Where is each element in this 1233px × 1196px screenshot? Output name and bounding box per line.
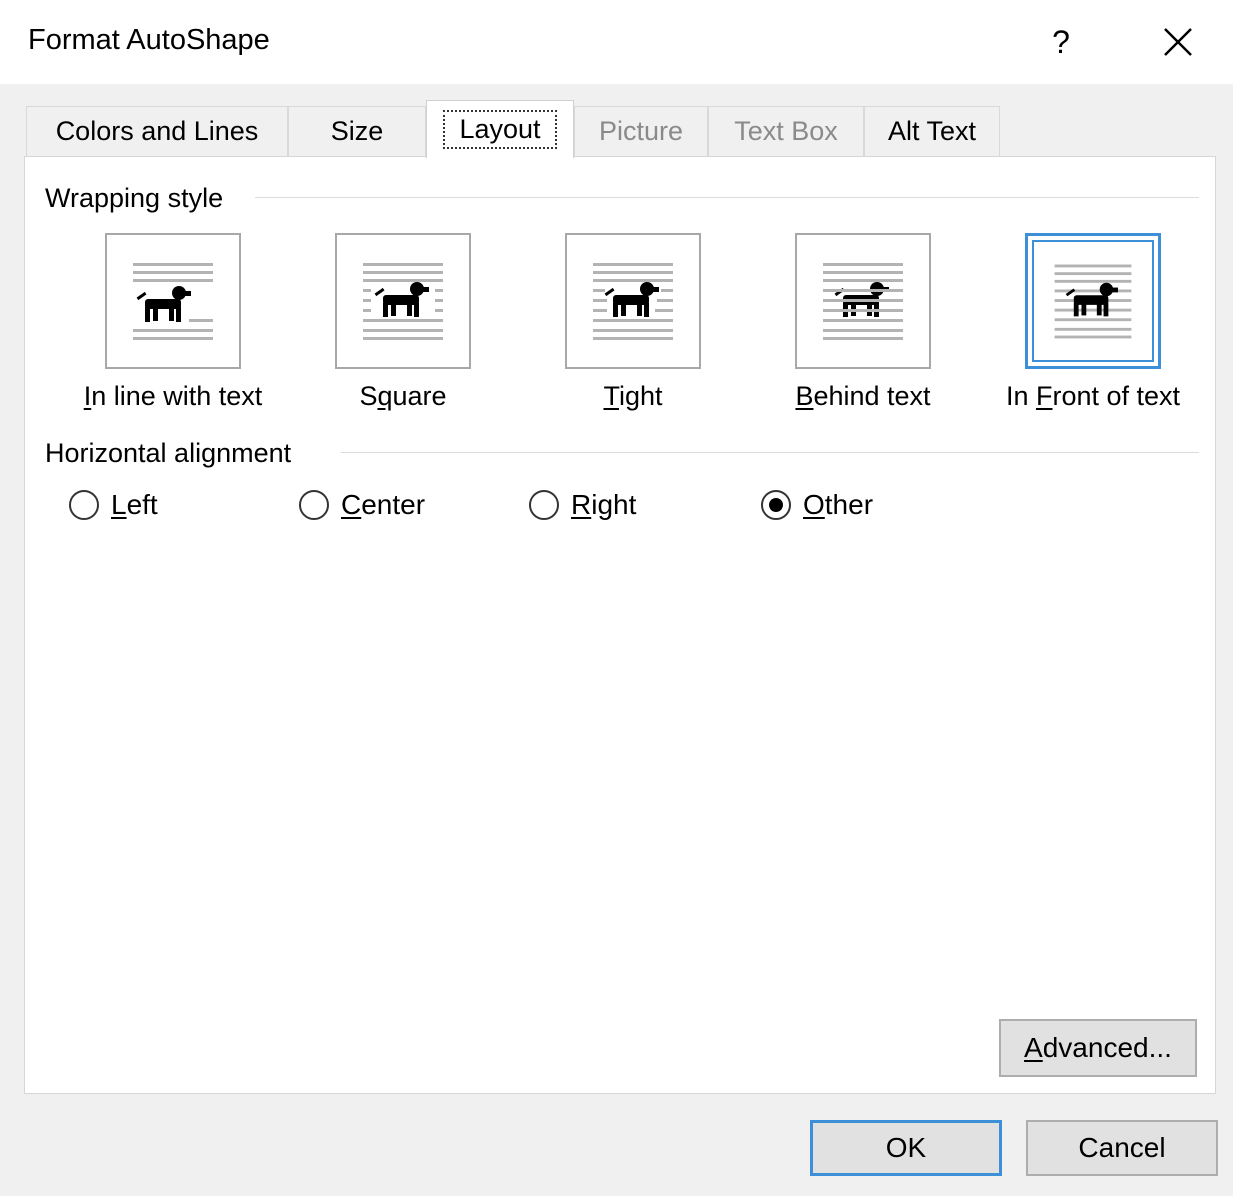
title-bar: Format AutoShape ? (0, 0, 1233, 84)
inline-wrap-icon (133, 263, 213, 340)
radio-label: Left (111, 489, 158, 520)
radio-label: Center (341, 489, 426, 520)
tab-label: Colors and Lines (55, 116, 259, 146)
wrap-option-square[interactable]: Square (303, 233, 503, 412)
tab-label: Layout (443, 110, 557, 149)
selection-frame (1032, 240, 1154, 362)
tab-label: Alt Text (887, 116, 977, 146)
help-button[interactable]: ? (1036, 14, 1086, 70)
radio-label: Right (571, 489, 637, 520)
radio-center[interactable]: Center (299, 489, 425, 521)
wrap-inline-button[interactable] (105, 233, 241, 369)
wrap-option-tight[interactable]: Tight (533, 233, 733, 412)
radio-circle (69, 490, 99, 520)
square-wrap-icon (363, 263, 443, 340)
wrapping-style-heading: Wrapping style (45, 183, 238, 214)
ok-button[interactable]: OK (810, 1120, 1002, 1176)
tab-label: Text Box (734, 116, 838, 146)
wrap-option-behind[interactable]: Behind text (763, 233, 963, 412)
wrap-tight-button[interactable] (565, 233, 701, 369)
radio-dot (769, 498, 783, 512)
radio-circle-selected (761, 490, 791, 520)
radio-circle (299, 490, 329, 520)
wrap-label-tight: Tight (603, 381, 663, 411)
button-label: Advanced... (1024, 1032, 1172, 1063)
tab-colors-and-lines[interactable]: Colors and Lines (26, 106, 288, 156)
wrap-option-inline[interactable]: In line with text (73, 233, 273, 412)
wrap-label-square: Square (359, 381, 447, 411)
divider (255, 197, 1199, 198)
wrap-square-button[interactable] (335, 233, 471, 369)
close-button[interactable] (1150, 14, 1206, 70)
layout-panel: Wrapping style In line with text Square … (24, 156, 1216, 1094)
tab-layout[interactable]: Layout (426, 100, 574, 158)
close-icon (1164, 28, 1192, 56)
behind-text-wrap-icon (823, 263, 903, 340)
tab-size[interactable]: Size (288, 106, 426, 156)
wrap-behind-button[interactable] (795, 233, 931, 369)
tight-wrap-icon (593, 263, 673, 340)
tab-label: Size (330, 116, 384, 146)
tab-picture[interactable]: Picture (574, 106, 708, 156)
cancel-button[interactable]: Cancel (1026, 1120, 1218, 1176)
tab-alt-text[interactable]: Alt Text (864, 106, 1000, 156)
radio-left[interactable]: Left (69, 489, 158, 521)
horizontal-alignment-heading: Horizontal alignment (45, 438, 306, 469)
advanced-button[interactable]: Advanced... (999, 1019, 1197, 1077)
tab-label: Picture (598, 116, 684, 146)
wrap-in-front-button[interactable] (1025, 233, 1161, 369)
wrap-label-inline: In line with text (83, 381, 263, 411)
radio-other[interactable]: Other (761, 489, 873, 521)
in-front-wrap-icon (1054, 264, 1132, 339)
radio-right[interactable]: Right (529, 489, 636, 521)
tab-text-box[interactable]: Text Box (708, 106, 864, 156)
wrap-label-in-front: In Front of text (1005, 381, 1181, 411)
radio-circle (529, 490, 559, 520)
wrap-option-in-front[interactable]: In Front of text (993, 233, 1193, 412)
divider (341, 452, 1199, 453)
dialog-title: Format AutoShape (28, 24, 270, 56)
format-autoshape-dialog: Format AutoShape ? Colors and Lines Size… (0, 0, 1233, 1196)
wrap-label-behind: Behind text (795, 381, 931, 411)
radio-label: Other (803, 489, 874, 520)
